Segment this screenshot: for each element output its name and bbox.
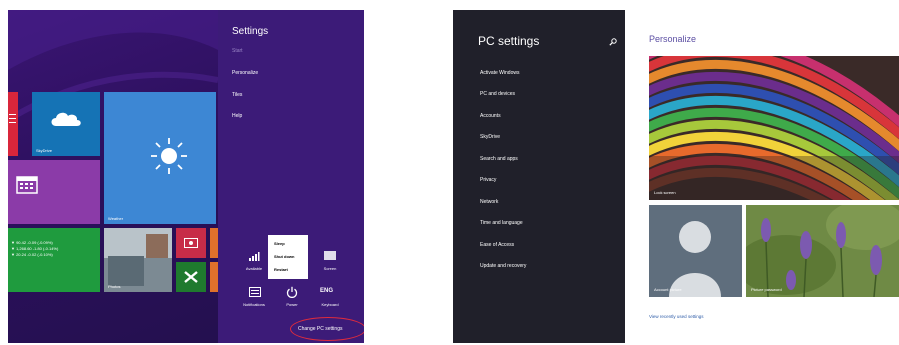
nav-item-pc-and-devices[interactable]: PC and devices: [480, 91, 515, 97]
partial-tile[interactable]: [210, 228, 218, 258]
lock-screen-label: Lock screen: [654, 190, 676, 195]
power-menu-shut-down[interactable]: Shut down: [274, 254, 294, 259]
settings-item-start[interactable]: Start: [232, 48, 243, 54]
keyboard-icon: ENG: [320, 288, 334, 294]
start-screen-background: SkyDrive Weather ▼ 90.42 -0.09 (-0.09%) …: [8, 10, 218, 343]
nav-item-search-and-apps[interactable]: Search and apps: [480, 156, 518, 162]
photos-tile-label: Photos: [108, 284, 121, 289]
camera-tile[interactable]: [176, 228, 206, 258]
notifications-icon: [249, 287, 261, 297]
lavender-image: [746, 205, 899, 297]
picture-password[interactable]: Picture password: [746, 205, 899, 297]
power-menu-sleep[interactable]: Sleep: [274, 241, 285, 246]
change-pc-settings-link[interactable]: Change PC settings: [298, 326, 342, 332]
nav-item-network[interactable]: Network: [480, 199, 498, 205]
calendar-tile[interactable]: [8, 160, 100, 224]
nav-item-skydrive[interactable]: SkyDrive: [480, 134, 500, 140]
pc-settings-screen: PC settings Activate Windows PC and devi…: [453, 10, 899, 343]
account-picture-label: Account picture: [654, 287, 682, 292]
brightness-icon: [324, 251, 336, 260]
settings-item-tiles[interactable]: Tiles: [232, 92, 242, 98]
nav-item-ease-of-access[interactable]: Ease of Access: [480, 242, 514, 248]
start-screen-with-settings-charm: SkyDrive Weather ▼ 90.42 -0.09 (-0.09%) …: [8, 10, 364, 343]
network-label: Available: [245, 266, 263, 271]
finance-tile[interactable]: ▼ 90.42 -0.09 (-0.09%) ▼ 1,268.60 -1.80 …: [8, 228, 100, 292]
weather-tile[interactable]: Weather: [104, 92, 216, 224]
pc-settings-nav: PC settings Activate Windows PC and devi…: [453, 10, 625, 343]
calendar-icon: [16, 176, 38, 194]
power-menu-restart[interactable]: Restart: [274, 267, 288, 272]
photos-tile[interactable]: Photos: [104, 228, 172, 292]
xbox-icon: [184, 271, 198, 283]
nav-item-activate-windows[interactable]: Activate Windows: [480, 70, 519, 76]
skydrive-tile[interactable]: SkyDrive: [32, 92, 100, 156]
lock-screen-image[interactable]: Lock screen: [649, 56, 899, 200]
picture-password-label: Picture password: [751, 287, 782, 292]
recent-settings-link[interactable]: View recently used settings: [649, 314, 703, 319]
user-avatar-icon: [669, 221, 721, 297]
settings-item-help[interactable]: Help: [232, 113, 242, 119]
nav-item-update-and-recovery[interactable]: Update and recovery: [480, 263, 526, 269]
sun-icon: [151, 138, 187, 174]
search-icon[interactable]: [609, 38, 617, 46]
account-picture[interactable]: Account picture: [649, 205, 742, 297]
nav-item-accounts[interactable]: Accounts: [480, 113, 501, 119]
screen-label: Screen: [323, 266, 337, 271]
weather-tile-label: Weather: [108, 216, 124, 221]
power-menu: Sleep Shut down Restart: [268, 235, 308, 279]
power-label: Power: [286, 302, 298, 307]
finance-line: ▼ 20.24 -0.02 (-0.10%): [11, 252, 53, 257]
power-icon: [286, 286, 298, 298]
news-tile-partial[interactable]: [8, 92, 18, 156]
settings-charm: Settings Start Personalize Tiles Help Sl…: [218, 10, 364, 343]
settings-item-personalize[interactable]: Personalize: [232, 70, 258, 76]
nav-item-privacy[interactable]: Privacy: [480, 177, 496, 183]
cloud-icon: [51, 112, 81, 126]
pc-settings-title: PC settings: [478, 34, 540, 48]
notifications-label: Notifications: [243, 302, 265, 307]
partial-tile[interactable]: [210, 262, 218, 292]
personalize-title: Personalize: [649, 34, 697, 44]
skydrive-tile-label: SkyDrive: [36, 148, 53, 153]
games-tile[interactable]: [176, 262, 206, 292]
nav-item-time-and-language[interactable]: Time and language: [480, 220, 523, 226]
keyboard-label: Keyboard: [321, 302, 339, 307]
personalize-pane: Personalize Lock screen Account picture …: [625, 10, 899, 343]
wifi-signal-icon: [249, 252, 260, 261]
pencils-image: [649, 56, 899, 200]
settings-title: Settings: [232, 26, 269, 37]
camera-icon: [184, 238, 198, 248]
